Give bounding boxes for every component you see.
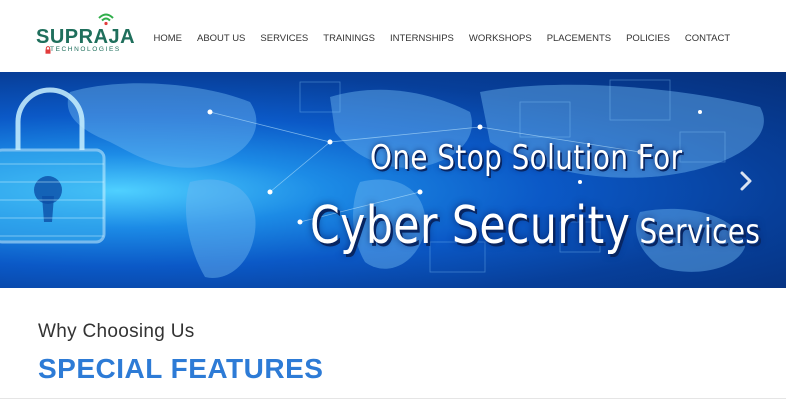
hero-headline-tail: Services [630,212,761,252]
main-nav: HOME ABOUT US SERVICES TRAININGS INTERNS… [146,30,738,48]
hero-headline-main: Cyber Security [310,196,631,256]
section-subtitle: Why Choosing Us [38,321,195,342]
brand-logo[interactable]: SUPRAJA TECHNOLOGIES [36,12,135,58]
brand-tagline: TECHNOLOGIES [50,46,121,53]
nav-item-trainings[interactable]: TRAININGS [316,30,383,48]
hero-headline-line2: Cyber Security Services [310,196,760,256]
nav-item-contact[interactable]: CONTACT [677,30,737,48]
section-title: SPECIAL FEATURES [38,353,324,384]
wifi-icon [98,13,114,26]
divider [0,398,786,399]
chevron-right-icon[interactable] [736,168,756,194]
hero-banner: One Stop Solution For Cyber Security Ser… [0,72,786,288]
site-header: SUPRAJA TECHNOLOGIES HOME ABOUT US SERVI… [0,0,786,72]
nav-item-placements[interactable]: PLACEMENTS [539,30,618,48]
hero-headline-line1: One Stop Solution For [370,138,683,178]
nav-item-home[interactable]: HOME [146,30,190,48]
nav-item-policies[interactable]: POLICIES [619,30,678,48]
nav-item-services[interactable]: SERVICES [253,30,316,48]
nav-item-internships[interactable]: INTERNSHIPS [383,30,462,48]
nav-item-workshops[interactable]: WORKSHOPS [461,30,539,48]
nav-item-about-us[interactable]: ABOUT US [190,30,253,48]
